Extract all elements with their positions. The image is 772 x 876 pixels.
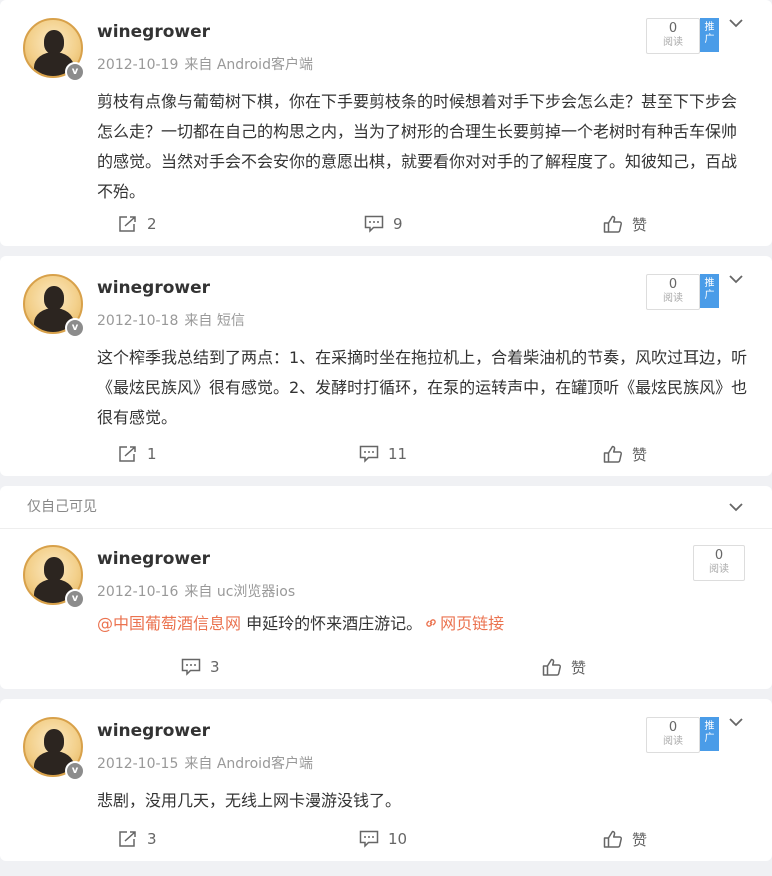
promote-button[interactable]: 推广 [700,274,719,308]
verified-badge-icon: v [65,318,85,338]
verified-badge-icon: v [65,589,85,609]
post-source: 来自 uc浏览器ios [184,584,296,600]
read-count: 0 [714,548,724,563]
read-count-box: 0 阅读 [693,545,745,581]
verified-badge-icon: v [65,761,85,781]
repost-count: 1 [147,445,157,463]
like-label: 赞 [571,658,587,677]
post-text: 悲剧，没用几天，无线上网卡漫游没钱了。 [97,791,402,810]
promote-button[interactable]: 推广 [700,717,719,751]
comment-button[interactable]: 10 [359,827,407,851]
repost-icon [119,216,136,232]
username[interactable]: winegrower [97,721,210,741]
mention-link[interactable]: @中国葡萄酒信息网 [97,614,241,633]
read-count: 0 [668,720,678,735]
comment-count: 3 [210,658,220,676]
post-source: 来自 Android客户端 [184,756,313,772]
post-text-body: 申延玲的怀来酒庄游记。 [241,614,423,633]
verified-badge-icon: v [65,62,85,82]
post-source: 来自 短信 [184,313,245,329]
repost-button[interactable]: 3 [118,827,157,851]
read-count-box: 0 阅读 [646,717,700,753]
post-date[interactable]: 2012-10-15 [97,756,178,772]
comment-icon [359,830,379,848]
visibility-label: 仅自己可见 [27,499,97,515]
post-meta: 2012-10-16 来自 uc浏览器ios [97,581,295,601]
repost-count: 3 [147,830,157,848]
comment-button[interactable]: 3 [181,655,220,679]
post-text: 这个榨季我总结到了两点：1、在采摘时坐在拖拉机上，合着柴油机的节奏，风吹过耳边，… [97,348,748,427]
username[interactable]: winegrower [97,22,210,42]
like-button[interactable]: 赞 [542,655,586,679]
post-actions: 3 赞 [0,645,772,689]
web-link[interactable]: 网页链接 [422,614,504,633]
repost-button[interactable]: 2 [118,212,157,236]
web-link-label: 网页链接 [440,614,505,633]
comment-button[interactable]: 11 [359,442,407,466]
post-card: v winegrower 2012-10-19 来自 Android客户端 剪枝有… [0,0,772,246]
chevron-down-icon[interactable] [726,714,746,730]
comment-count: 11 [388,445,408,463]
read-count: 0 [668,277,678,292]
post-date[interactable]: 2012-10-19 [97,57,178,73]
thumbs-up-icon [603,830,622,848]
username[interactable]: winegrower [97,278,210,298]
thumbs-up-icon [542,658,561,676]
chevron-down-icon[interactable] [726,271,746,287]
read-count: 0 [668,21,678,36]
repost-icon [119,831,136,847]
visibility-bar: 仅自己可见 [0,486,772,529]
comment-count: 10 [388,830,408,848]
post-date[interactable]: 2012-10-18 [97,313,178,329]
comment-button[interactable]: 9 [364,212,403,236]
post-card: v winegrower 2012-10-15 来自 Android客户端 悲剧，… [0,699,772,861]
read-label: 阅读 [663,736,683,747]
thumbs-up-icon [603,215,622,233]
thumbs-up-icon [603,445,622,463]
like-label: 赞 [632,445,648,464]
repost-count: 2 [147,215,157,233]
like-label: 赞 [632,830,648,849]
read-count-box: 0 阅读 [646,18,700,54]
comment-icon [359,445,379,463]
post-meta: 2012-10-15 来自 Android客户端 [97,753,313,773]
chevron-down-icon[interactable] [726,15,746,31]
link-icon [426,619,436,627]
post-card: v winegrower 2012-10-18 来自 短信 这个榨季我总结到了两点… [0,256,772,476]
chevron-down-icon[interactable] [726,486,746,528]
repost-icon [119,446,136,462]
like-button[interactable]: 赞 [603,212,647,236]
like-label: 赞 [632,215,648,234]
read-label: 阅读 [709,564,729,575]
post-date[interactable]: 2012-10-16 [97,584,178,600]
comment-count: 9 [393,215,403,233]
like-button[interactable]: 赞 [603,827,647,851]
weibo-feed: v winegrower 2012-10-19 来自 Android客户端 剪枝有… [0,0,772,861]
comment-icon [181,658,201,676]
read-label: 阅读 [663,293,683,304]
username[interactable]: winegrower [97,549,210,569]
post-actions: 2 9 赞 [0,202,772,246]
post-meta: 2012-10-18 来自 短信 [97,310,245,330]
post-source: 来自 Android客户端 [184,57,313,73]
like-button[interactable]: 赞 [603,442,647,466]
post-text: 剪枝有点像与葡萄树下棋，你在下手要剪枝条的时候想着对手下步会怎么走？甚至下下步会… [97,92,738,201]
comment-icon [364,215,384,233]
read-count-box: 0 阅读 [646,274,700,310]
post-actions: 1 11 赞 [0,432,772,476]
repost-button[interactable]: 1 [118,442,157,466]
promote-button[interactable]: 推广 [700,18,719,52]
read-label: 阅读 [663,37,683,48]
post-text: @中国葡萄酒信息网 申延玲的怀来酒庄游记。 网页链接 [97,609,752,639]
post-actions: 3 10 赞 [0,817,772,861]
post-meta: 2012-10-19 来自 Android客户端 [97,54,313,74]
post-card: 仅自己可见 v winegrower 2012-10-16 来自 uc浏览器ios… [0,486,772,689]
